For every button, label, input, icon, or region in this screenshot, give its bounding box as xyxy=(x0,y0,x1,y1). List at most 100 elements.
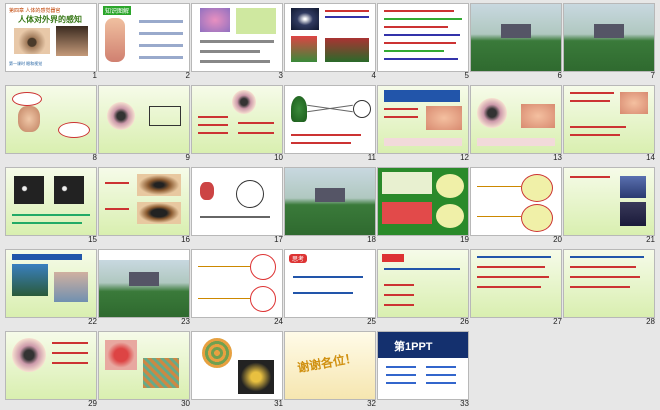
slide-thumbnail-22[interactable]: 22 xyxy=(5,249,97,328)
slide-thumbnail-30[interactable]: 30 xyxy=(98,331,190,410)
color-test-plate xyxy=(238,360,274,394)
landscape-photo xyxy=(99,260,189,317)
slide-15-preview xyxy=(5,167,97,236)
slide-thumbnail-20[interactable]: 20 xyxy=(470,167,562,246)
slide-number: 9 xyxy=(185,153,190,162)
slide-number: 30 xyxy=(181,399,190,408)
slide-thumbnail-9[interactable]: 9 xyxy=(98,85,190,164)
slide-thumbnail-28[interactable]: 28 xyxy=(563,249,655,328)
slide-number: 18 xyxy=(367,235,376,244)
slide-thumbnail-8[interactable]: 8 xyxy=(5,85,97,164)
slide-thumbnail-13[interactable]: 13 xyxy=(470,85,562,164)
slide-thumbnail-27[interactable]: 27 xyxy=(470,249,562,328)
person-icon xyxy=(200,182,214,200)
slide-thumbnail-29[interactable]: 29 xyxy=(5,331,97,410)
slide-12-preview xyxy=(377,85,469,154)
slide-2-title: 知识图解 xyxy=(103,6,132,15)
slide-23-preview xyxy=(98,249,190,318)
slide-2-preview: 知识图解 xyxy=(98,3,190,72)
slide-thumbnail-7[interactable]: 7 xyxy=(563,3,655,82)
slide-5-preview xyxy=(377,3,469,72)
cat-photo xyxy=(54,176,84,204)
color-test-plate xyxy=(143,358,179,388)
slide-24-preview xyxy=(191,249,283,318)
ear-photo xyxy=(56,26,88,56)
slide-thumbnail-2[interactable]: 知识图解 2 xyxy=(98,3,190,82)
slide-thumbnail-16[interactable]: 16 xyxy=(98,167,190,246)
slide-number: 23 xyxy=(181,317,190,326)
slide-thumbnail-24[interactable]: 24 xyxy=(191,249,283,328)
color-test-star xyxy=(105,340,137,370)
slide-4-preview xyxy=(284,3,376,72)
slide-26-preview xyxy=(377,249,469,318)
slide-thumbnail-11[interactable]: 11 xyxy=(284,85,376,164)
slide-thumbnail-4[interactable]: 4 xyxy=(284,3,376,82)
slide-25-title: 思考 xyxy=(289,254,308,263)
lightning-photo xyxy=(291,8,319,30)
slide-number: 8 xyxy=(92,153,97,162)
slide-6-preview xyxy=(470,3,562,72)
slide-20-preview xyxy=(470,167,562,236)
slide-17-preview xyxy=(191,167,283,236)
slide-number: 26 xyxy=(460,317,469,326)
pavilion-photo xyxy=(315,188,345,202)
slide-number: 19 xyxy=(460,235,469,244)
slide-number: 29 xyxy=(88,399,97,408)
body-diagram xyxy=(105,18,125,62)
slide-thumbnail-5[interactable]: 5 xyxy=(377,3,469,82)
slide-10-preview xyxy=(191,85,283,154)
tree-icon xyxy=(291,96,307,122)
slide-number: 20 xyxy=(553,235,562,244)
person-photo xyxy=(620,202,646,226)
eye-diagram xyxy=(107,102,135,130)
slide-thumbnail-14[interactable]: 14 xyxy=(563,85,655,164)
slide-number: 17 xyxy=(274,235,283,244)
slide-thumbnail-25[interactable]: 思考 25 xyxy=(284,249,376,328)
slide-thumbnail-10[interactable]: 10 xyxy=(191,85,283,164)
slide-32-title: 谢谢各位！ xyxy=(296,350,358,376)
slide-33-preview: 第1PPT xyxy=(377,331,469,400)
slide-thumbnail-1[interactable]: 第四章 人体的感觉器官 人体对外界的感知 第一课时 眼和视觉 1 xyxy=(5,3,97,82)
slide-thumbnail-12[interactable]: 12 xyxy=(377,85,469,164)
face-photo xyxy=(18,106,40,132)
slide-thumbnail-21[interactable]: 21 xyxy=(563,167,655,246)
eye-photo xyxy=(14,28,50,54)
slide-thumbnail-33[interactable]: 第1PPT 33 xyxy=(377,331,469,410)
slide-1-subtitle: 第四章 人体的感觉器官 xyxy=(9,8,61,14)
slide-thumbnail-19[interactable]: 19 xyxy=(377,167,469,246)
cartoon-photo xyxy=(54,272,88,302)
slide-number: 27 xyxy=(553,317,562,326)
slide-number: 5 xyxy=(464,71,469,80)
head-diagram xyxy=(426,106,462,130)
slide-thumbnail-15[interactable]: 15 xyxy=(5,167,97,246)
slide-thumbnail-17[interactable]: 17 xyxy=(191,167,283,246)
slide-number: 6 xyxy=(557,71,562,80)
slide-thumbnail-26[interactable]: 26 xyxy=(377,249,469,328)
slide-25-preview: 思考 xyxy=(284,249,376,318)
slide-30-preview xyxy=(98,331,190,400)
slide-thumbnail-6[interactable]: 6 xyxy=(470,3,562,82)
slide-33-title: 第1PPT xyxy=(394,341,433,353)
slide-7-preview xyxy=(563,3,655,72)
slide-number: 16 xyxy=(181,235,190,244)
slide-number: 33 xyxy=(460,399,469,408)
slide-thumbnail-32[interactable]: 谢谢各位！ 32 xyxy=(284,331,376,410)
slide-9-preview xyxy=(98,85,190,154)
slide-number: 11 xyxy=(367,153,376,162)
slide-number: 28 xyxy=(646,317,655,326)
slide-27-preview xyxy=(470,249,562,318)
slide-thumbnail-3[interactable]: 3 xyxy=(191,3,283,82)
eye-photo xyxy=(137,202,181,224)
slide-28-preview xyxy=(563,249,655,318)
slide-13-preview xyxy=(470,85,562,154)
slide-number: 7 xyxy=(650,71,655,80)
slide-number: 14 xyxy=(646,153,655,162)
slide-14-preview xyxy=(563,85,655,154)
slide-number: 15 xyxy=(88,235,97,244)
slide-31-preview xyxy=(191,331,283,400)
slide-thumbnail-23[interactable]: 23 xyxy=(98,249,190,328)
slide-thumbnail-18[interactable]: 18 xyxy=(284,167,376,246)
slide-16-preview xyxy=(98,167,190,236)
slide-thumbnail-31[interactable]: 31 xyxy=(191,331,283,410)
eye-diagram xyxy=(12,338,46,372)
